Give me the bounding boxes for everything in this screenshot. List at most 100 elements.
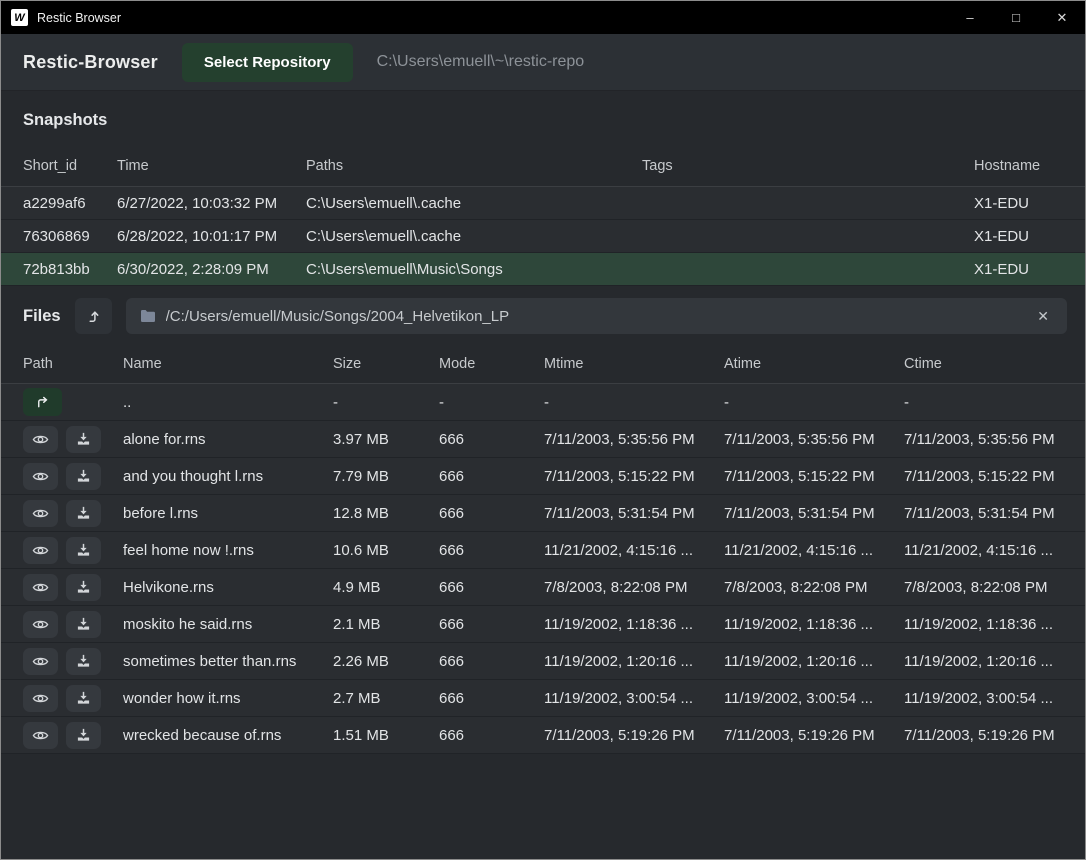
file-size: 2.1 MB bbox=[333, 616, 439, 633]
file-atime: - bbox=[724, 394, 904, 411]
app-icon: W bbox=[11, 9, 28, 26]
file-row: feel home now !.rns 10.6 MB 666 11/21/20… bbox=[1, 532, 1085, 569]
file-mode: 666 bbox=[439, 505, 544, 522]
preview-file-button[interactable] bbox=[23, 500, 58, 527]
preview-file-button[interactable] bbox=[23, 537, 58, 564]
download-file-button[interactable] bbox=[66, 648, 101, 675]
file-mode: 666 bbox=[439, 431, 544, 448]
file-size: 3.97 MB bbox=[333, 431, 439, 448]
download-icon bbox=[76, 432, 91, 446]
snapshot-time: 6/27/2022, 10:03:32 PM bbox=[117, 195, 306, 212]
eye-icon bbox=[32, 581, 49, 594]
file-row: alone for.rns 3.97 MB 666 7/11/2003, 5:3… bbox=[1, 421, 1085, 458]
eye-icon bbox=[32, 655, 49, 668]
snapshot-hostname: X1-EDU bbox=[974, 195, 1063, 212]
file-atime: 7/8/2003, 8:22:08 PM bbox=[724, 579, 904, 596]
preview-file-button[interactable] bbox=[23, 426, 58, 453]
preview-file-button[interactable] bbox=[23, 685, 58, 712]
column-header-hostname: Hostname bbox=[974, 158, 1063, 174]
snapshot-row[interactable]: 76306869 6/28/2022, 10:01:17 PM C:\Users… bbox=[1, 220, 1085, 253]
column-header-time: Time bbox=[117, 158, 306, 174]
download-file-button[interactable] bbox=[66, 611, 101, 638]
column-header-ctime: Ctime bbox=[904, 356, 1063, 372]
go-up-button[interactable] bbox=[23, 388, 62, 416]
file-mtime: 7/11/2003, 5:15:22 PM bbox=[544, 468, 724, 485]
eye-icon bbox=[32, 729, 49, 742]
download-icon bbox=[76, 654, 91, 668]
file-size: 2.7 MB bbox=[333, 690, 439, 707]
download-icon bbox=[76, 691, 91, 705]
preview-file-button[interactable] bbox=[23, 648, 58, 675]
snapshot-row[interactable]: 72b813bb 6/30/2022, 2:28:09 PM C:\Users\… bbox=[1, 253, 1085, 286]
clear-path-button[interactable]: ✕ bbox=[1033, 306, 1053, 327]
snapshots-section-title: Snapshots bbox=[23, 111, 1063, 130]
eye-icon bbox=[32, 544, 49, 557]
download-file-button[interactable] bbox=[66, 722, 101, 749]
file-atime: 7/11/2003, 5:15:22 PM bbox=[724, 468, 904, 485]
preview-file-button[interactable] bbox=[23, 722, 58, 749]
eye-icon bbox=[32, 433, 49, 446]
files-section: Path Name Size Mode Mtime Atime Ctime bbox=[1, 344, 1085, 754]
file-atime: 11/21/2002, 4:15:16 ... bbox=[724, 542, 904, 559]
file-ctime: 7/11/2003, 5:15:22 PM bbox=[904, 468, 1063, 485]
file-mtime: 7/8/2003, 8:22:08 PM bbox=[544, 579, 724, 596]
file-ctime: 11/19/2002, 1:20:16 ... bbox=[904, 653, 1063, 670]
snapshots-table-body: a2299af6 6/27/2022, 10:03:32 PM C:\Users… bbox=[1, 187, 1085, 286]
file-size: 10.6 MB bbox=[333, 542, 439, 559]
file-row: moskito he said.rns 2.1 MB 666 11/19/200… bbox=[1, 606, 1085, 643]
preview-file-button[interactable] bbox=[23, 611, 58, 638]
current-path-input[interactable]: /C:/Users/emuell/Music/Songs/2004_Helvet… bbox=[126, 298, 1067, 334]
file-atime: 11/19/2002, 1:20:16 ... bbox=[724, 653, 904, 670]
file-size: 1.51 MB bbox=[333, 727, 439, 744]
minimize-button[interactable]: – bbox=[947, 1, 993, 34]
close-button[interactable]: ✕ bbox=[1039, 1, 1085, 34]
download-icon bbox=[76, 506, 91, 520]
files-table-header: Path Name Size Mode Mtime Atime Ctime bbox=[1, 344, 1085, 384]
file-atime: 11/19/2002, 3:00:54 ... bbox=[724, 690, 904, 707]
file-name: before l.rns bbox=[123, 505, 333, 522]
snapshot-row[interactable]: a2299af6 6/27/2022, 10:03:32 PM C:\Users… bbox=[1, 187, 1085, 220]
file-name: sometimes better than.rns bbox=[123, 653, 333, 670]
snapshots-table-header: Short_id Time Paths Tags Hostname bbox=[1, 146, 1085, 187]
file-name: Helvikone.rns bbox=[123, 579, 333, 596]
select-repository-button[interactable]: Select Repository bbox=[182, 43, 353, 82]
column-header-mtime: Mtime bbox=[544, 356, 724, 372]
window-titlebar: W Restic Browser – □ ✕ bbox=[1, 1, 1085, 34]
repository-path-field[interactable]: C:\Users\emuell\~\restic-repo bbox=[377, 53, 585, 71]
preview-file-button[interactable] bbox=[23, 463, 58, 490]
parent-directory-button[interactable] bbox=[75, 298, 112, 334]
file-name: alone for.rns bbox=[123, 431, 333, 448]
eye-icon bbox=[32, 507, 49, 520]
file-row: before l.rns 12.8 MB 666 7/11/2003, 5:31… bbox=[1, 495, 1085, 532]
preview-file-button[interactable] bbox=[23, 574, 58, 601]
file-size: 2.26 MB bbox=[333, 653, 439, 670]
download-icon bbox=[76, 728, 91, 742]
file-ctime: 11/21/2002, 4:15:16 ... bbox=[904, 542, 1063, 559]
download-file-button[interactable] bbox=[66, 500, 101, 527]
download-file-button[interactable] bbox=[66, 426, 101, 453]
file-row: sometimes better than.rns 2.26 MB 666 11… bbox=[1, 643, 1085, 680]
file-ctime: 11/19/2002, 1:18:36 ... bbox=[904, 616, 1063, 633]
file-name: feel home now !.rns bbox=[123, 542, 333, 559]
download-file-button[interactable] bbox=[66, 537, 101, 564]
app-title: Restic-Browser bbox=[23, 52, 158, 73]
file-row: Helvikone.rns 4.9 MB 666 7/8/2003, 8:22:… bbox=[1, 569, 1085, 606]
file-row: wrecked because of.rns 1.51 MB 666 7/11/… bbox=[1, 717, 1085, 754]
maximize-button[interactable]: □ bbox=[993, 1, 1039, 34]
files-section-title: Files bbox=[23, 307, 61, 326]
files-toolbar: Files /C:/Users/emuell/Music/Songs/2004_… bbox=[23, 297, 1067, 335]
file-size: 12.8 MB bbox=[333, 505, 439, 522]
file-mtime: - bbox=[544, 394, 724, 411]
up-right-arrow-icon bbox=[35, 395, 50, 410]
download-file-button[interactable] bbox=[66, 463, 101, 490]
file-name: moskito he said.rns bbox=[123, 616, 333, 633]
file-ctime: 7/11/2003, 5:19:26 PM bbox=[904, 727, 1063, 744]
file-row: wonder how it.rns 2.7 MB 666 11/19/2002,… bbox=[1, 680, 1085, 717]
file-size: 4.9 MB bbox=[333, 579, 439, 596]
snapshot-paths: C:\Users\emuell\Music\Songs bbox=[306, 261, 642, 278]
download-file-button[interactable] bbox=[66, 574, 101, 601]
download-file-button[interactable] bbox=[66, 685, 101, 712]
parent-directory-row: .. - - - - - bbox=[1, 384, 1085, 421]
column-header-mode: Mode bbox=[439, 356, 544, 372]
file-mtime: 7/11/2003, 5:19:26 PM bbox=[544, 727, 724, 744]
